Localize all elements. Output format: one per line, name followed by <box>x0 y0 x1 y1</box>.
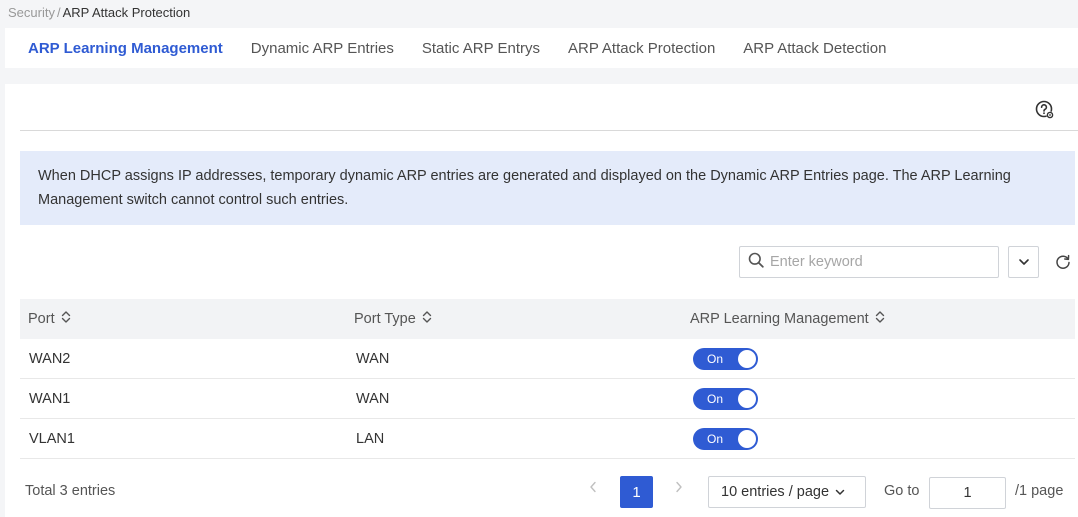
tab-dynamic-arp-entries[interactable]: Dynamic ARP Entries <box>251 40 394 57</box>
toggle-knob <box>738 389 756 408</box>
tab-bar: ARP Learning Management Dynamic ARP Entr… <box>5 28 1078 68</box>
chevron-right-icon[interactable] <box>675 480 683 496</box>
table-header: Port Port Type ARP Learning Management <box>20 299 1075 339</box>
sort-icon[interactable] <box>875 310 885 328</box>
arp-learning-cell: On <box>686 347 1075 370</box>
arp-learning-cell: On <box>686 427 1075 450</box>
page-size-select[interactable]: 10 entries / page <box>708 476 866 508</box>
port-type-cell: LAN <box>356 430 385 447</box>
tab-arp-attack-detection[interactable]: ARP Attack Detection <box>743 40 886 57</box>
table-row: VLAN1 LAN On <box>20 419 1075 459</box>
arp-learning-toggle[interactable]: On <box>693 347 758 370</box>
port-cell: WAN1 <box>29 390 71 407</box>
help-icon[interactable] <box>1035 100 1055 120</box>
toggle-label: On <box>707 391 724 406</box>
breadcrumb-parent[interactable]: Security <box>8 5 55 20</box>
column-header-label: ARP Learning Management <box>690 311 869 327</box>
table-row: WAN2 WAN On <box>20 339 1075 379</box>
toggle-knob <box>738 429 756 448</box>
column-header-label: Port Type <box>354 311 416 327</box>
tab-arp-attack-protection[interactable]: ARP Attack Protection <box>568 40 715 57</box>
total-entries: Total 3 entries <box>25 483 116 499</box>
arp-learning-table: Port Port Type ARP Learning Management W… <box>20 299 1075 459</box>
page-total: /1 page <box>1015 483 1064 499</box>
search-box <box>739 246 999 278</box>
sort-icon[interactable] <box>422 310 432 328</box>
port-cell: WAN2 <box>29 350 71 367</box>
column-header-arp-learning-management[interactable]: ARP Learning Management <box>686 310 1075 328</box>
port-type-cell: WAN <box>356 390 390 407</box>
page-button-current[interactable]: 1 <box>620 476 653 508</box>
goto-label: Go to <box>884 483 920 499</box>
tab-arp-learning-management[interactable]: ARP Learning Management <box>28 40 223 57</box>
port-cell: VLAN1 <box>29 430 75 447</box>
search-icon <box>748 252 764 273</box>
breadcrumb: Security / ARP Attack Protection <box>8 5 190 20</box>
refresh-icon[interactable] <box>1054 253 1072 271</box>
column-header-port-type[interactable]: Port Type <box>348 310 686 328</box>
chevron-down-icon <box>829 484 845 500</box>
breadcrumb-separator: / <box>56 5 61 20</box>
toggle-label: On <box>707 431 724 446</box>
search-input[interactable] <box>770 254 985 270</box>
header-divider <box>20 130 1078 131</box>
toggle-label: On <box>707 351 724 366</box>
column-header-label: Port <box>28 311 55 327</box>
breadcrumb-current: ARP Attack Protection <box>62 5 191 20</box>
arp-learning-cell: On <box>686 387 1075 410</box>
table-row: WAN1 WAN On <box>20 379 1075 419</box>
search-filter-dropdown-button[interactable] <box>1008 246 1039 278</box>
toggle-knob <box>738 349 756 368</box>
sort-icon[interactable] <box>61 310 71 328</box>
chevron-down-icon <box>1018 253 1030 271</box>
arp-learning-toggle[interactable]: On <box>693 387 758 410</box>
page-size-value: 10 entries / page <box>721 484 830 500</box>
goto-page-input[interactable] <box>929 477 1006 509</box>
info-notice: When DHCP assigns IP addresses, temporar… <box>20 151 1075 225</box>
tab-static-arp-entrys[interactable]: Static ARP Entrys <box>422 40 540 57</box>
port-type-cell: WAN <box>356 350 390 367</box>
column-header-port[interactable]: Port <box>20 310 348 328</box>
content-panel: When DHCP assigns IP addresses, temporar… <box>5 84 1078 517</box>
arp-learning-toggle[interactable]: On <box>693 427 758 450</box>
chevron-left-icon[interactable] <box>589 480 597 496</box>
